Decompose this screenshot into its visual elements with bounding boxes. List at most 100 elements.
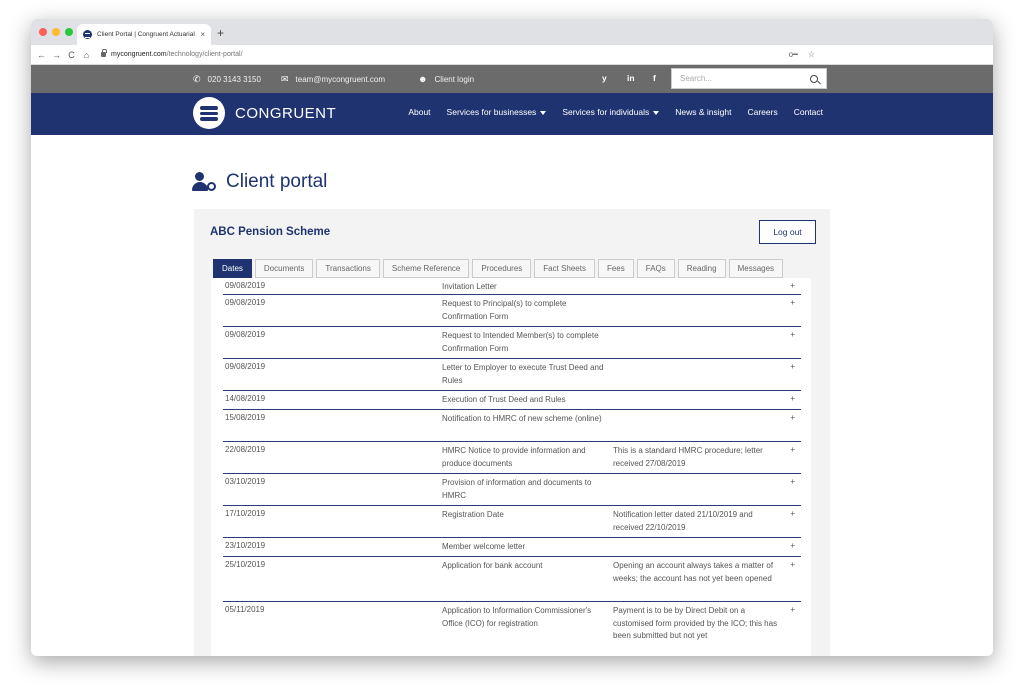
expand-row-icon[interactable]: + — [790, 477, 795, 486]
back-icon[interactable]: ← — [35, 50, 48, 60]
reload-icon[interactable]: C — [65, 50, 78, 60]
table-row[interactable]: 14/08/2019 Execution of Trust Deed and R… — [223, 391, 801, 410]
row-date: 17/10/2019 — [225, 509, 266, 518]
expand-row-icon[interactable]: + — [790, 605, 795, 614]
url-host: mycongruent.com — [111, 51, 167, 58]
tab-fact-sheets[interactable]: Fact Sheets — [534, 259, 595, 278]
logout-button[interactable]: Log out — [759, 220, 816, 244]
email-address: team@mycongruent.com — [295, 75, 386, 84]
row-date: 14/08/2019 — [225, 394, 266, 403]
table-row[interactable]: 25/10/2019 Application for bank account … — [223, 557, 801, 602]
browser-tab[interactable]: Client Portal | Congruent Actuarial × — [77, 24, 211, 45]
page-title-text: Client portal — [226, 171, 328, 192]
congruent-logo[interactable]: CONGRUENT — [193, 97, 336, 129]
tab-fees[interactable]: Fees — [597, 259, 634, 278]
twitter-icon[interactable]: y — [602, 73, 607, 83]
nav-services-businesses[interactable]: Services for businesses — [447, 107, 547, 117]
browser-window: Client Portal | Congruent Actuarial × + … — [31, 19, 993, 656]
phone-link[interactable]: ✆ 020 3143 3150 — [193, 74, 261, 85]
expand-row-icon[interactable]: + — [790, 541, 795, 550]
table-row[interactable]: 09/08/2019 Request to Principal(s) to co… — [223, 295, 801, 327]
tab-reading[interactable]: Reading — [677, 259, 726, 278]
table-row[interactable]: 15/08/2019 Notification to HMRC of new s… — [223, 410, 801, 442]
lock-icon — [101, 49, 107, 57]
browser-tabstrip: Client Portal | Congruent Actuarial × + — [31, 19, 993, 45]
row-event: Application for bank account — [442, 561, 543, 570]
new-tab-button[interactable]: + — [217, 26, 224, 40]
chevron-down-icon — [653, 110, 660, 115]
expand-row-icon[interactable]: + — [790, 330, 795, 339]
tab-faqs[interactable]: FAQs — [636, 259, 675, 278]
row-event: Request to Intended Member(s) to complet… — [442, 331, 599, 353]
row-note: Opening an account always takes a matter… — [613, 561, 774, 583]
nav-contact[interactable]: Contact — [794, 107, 823, 117]
row-event: Application to Information Commissioner'… — [442, 606, 592, 628]
chevron-down-icon — [540, 110, 547, 115]
phone-icon: ✆ — [193, 74, 201, 84]
table-row[interactable]: 17/10/2019 Registration Date Notificatio… — [223, 506, 801, 538]
row-event: Letter to Employer to execute Trust Deed… — [442, 363, 604, 385]
row-event: Member welcome letter — [442, 542, 526, 551]
star-icon[interactable]: ☆ — [808, 50, 815, 59]
row-note: This is a standard HMRC procedure; lette… — [613, 446, 763, 468]
nav-about[interactable]: About — [408, 107, 430, 117]
tab-scheme-reference[interactable]: Scheme Reference — [382, 259, 470, 278]
expand-row-icon[interactable]: + — [790, 281, 795, 290]
scheme-name: ABC Pension Scheme — [210, 226, 331, 238]
search-icon[interactable] — [810, 74, 818, 83]
nav-careers[interactable]: Careers — [747, 107, 777, 117]
forward-icon[interactable]: → — [50, 50, 63, 60]
search-input[interactable] — [680, 74, 810, 83]
row-event: Request to Principal(s) to complete Conf… — [442, 299, 567, 321]
email-link[interactable]: ✉ team@mycongruent.com — [281, 74, 385, 85]
nav-news-insight[interactable]: News & insight — [675, 107, 731, 117]
expand-row-icon[interactable]: + — [790, 394, 795, 403]
tab-transactions[interactable]: Transactions — [316, 259, 380, 278]
key-icon[interactable]: o━ — [789, 50, 798, 59]
expand-row-icon[interactable]: + — [790, 413, 795, 422]
nav-services-individuals[interactable]: Services for individuals — [562, 107, 660, 117]
table-row[interactable]: 03/10/2019 Provision of information and … — [223, 474, 801, 506]
client-login-link[interactable]: ☻ Client login — [418, 74, 474, 84]
expand-row-icon[interactable]: + — [790, 509, 795, 518]
tab-dates[interactable]: Dates — [213, 259, 252, 278]
row-date: 23/10/2019 — [225, 541, 266, 550]
expand-row-icon[interactable]: + — [790, 560, 795, 569]
close-window-button[interactable] — [39, 28, 47, 36]
linkedin-icon[interactable]: in — [627, 73, 635, 83]
window-controls — [39, 28, 73, 36]
table-row[interactable]: 09/08/2019 Invitation Letter + — [223, 278, 801, 295]
row-date: 03/10/2019 — [225, 477, 266, 486]
nav-services-individuals-label: Services for individuals — [562, 107, 650, 117]
facebook-icon[interactable]: f — [653, 73, 656, 83]
table-row[interactable]: 09/08/2019 Letter to Employer to execute… — [223, 359, 801, 391]
nav-services-businesses-label: Services for businesses — [446, 107, 537, 117]
tab-procedures[interactable]: Procedures — [472, 259, 532, 278]
close-tab-icon[interactable]: × — [200, 30, 205, 39]
expand-row-icon[interactable]: + — [790, 298, 795, 307]
tab-documents[interactable]: Documents — [254, 259, 314, 278]
main-navigation: CONGRUENT About Services for businesses … — [31, 93, 993, 135]
browser-tab-title: Client Portal | Congruent Actuarial — [97, 31, 195, 38]
address-bar-row: ← → C ⌂ mycongruent.com /technology/clie… — [31, 45, 993, 65]
logo-wordmark: CONGRUENT — [235, 104, 337, 122]
table-row[interactable]: 23/10/2019 Member welcome letter + — [223, 538, 801, 557]
expand-row-icon[interactable]: + — [790, 362, 795, 371]
row-date: 09/08/2019 — [225, 281, 266, 290]
table-row[interactable]: 05/11/2019 Application to Information Co… — [223, 602, 801, 656]
expand-row-icon[interactable]: + — [790, 445, 795, 454]
table-row[interactable]: 22/08/2019 HMRC Notice to provide inform… — [223, 442, 801, 474]
maximize-window-button[interactable] — [65, 28, 73, 36]
logo-mark-icon — [193, 97, 225, 129]
row-event: Registration Date — [442, 510, 504, 519]
row-date: 15/08/2019 — [225, 413, 266, 422]
url-field[interactable]: mycongruent.com /technology/client-porta… — [101, 49, 243, 58]
tab-messages[interactable]: Messages — [728, 259, 784, 278]
site-search — [671, 68, 827, 89]
home-icon[interactable]: ⌂ — [80, 50, 93, 60]
table-row[interactable]: 09/08/2019 Request to Intended Member(s)… — [223, 327, 801, 359]
url-path: /technology/client-portal/ — [166, 51, 243, 58]
row-event: HMRC Notice to provide information and p… — [442, 446, 586, 468]
minimize-window-button[interactable] — [52, 28, 60, 36]
row-date: 09/08/2019 — [225, 330, 266, 339]
